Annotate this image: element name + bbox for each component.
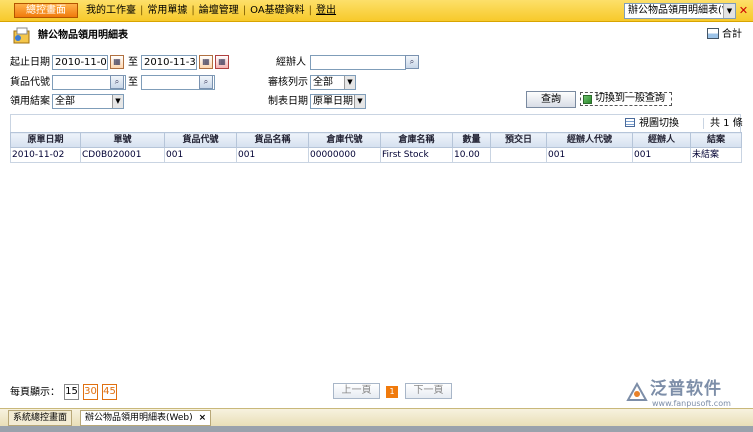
to-label: 至	[128, 77, 138, 88]
table-cell	[490, 147, 547, 163]
bottom-tab-bar: 系統總控畫面 辦公物品領用明細表(Web) ×	[0, 408, 753, 426]
chevron-down-icon: ▼	[354, 95, 365, 108]
open-tab-select-value: 辦公物品領用明細表(W	[628, 5, 732, 16]
usage-result-label: 領用結案	[10, 96, 50, 107]
open-tab-select[interactable]: 辦公物品領用明細表(W ▼	[624, 3, 736, 19]
column-header[interactable]: 倉庫代號	[308, 132, 381, 148]
usage-result-select[interactable]: 全部 ▼	[52, 94, 124, 109]
review-label: 審核列示	[268, 77, 308, 88]
table-cell: CD0B020001	[80, 147, 165, 163]
per-page-option[interactable]: 30	[83, 384, 98, 400]
column-header[interactable]: 貨品代號	[164, 132, 237, 148]
column-header[interactable]: 貨品名稱	[236, 132, 309, 148]
table-date-value: 原單日期	[313, 96, 353, 107]
sum-button[interactable]: 合計	[707, 28, 742, 41]
nav-link-workbench[interactable]: 我的工作臺	[86, 5, 136, 16]
review-value: 全部	[313, 77, 333, 88]
chevron-down-icon: ▼	[344, 76, 355, 89]
view-switch-button[interactable]: 視圖切換	[625, 118, 679, 129]
next-page-button[interactable]: 下一頁	[405, 383, 452, 399]
table-row[interactable]: 2010-11-02 CD0B020001 001 001 00000000 F…	[10, 147, 742, 163]
sum-label: 合計	[722, 29, 742, 40]
nav-link-forum[interactable]: 論壇管理	[199, 5, 239, 16]
lookup-icon[interactable]: ⌕	[110, 75, 124, 89]
table-cell: 001	[632, 147, 691, 163]
column-header[interactable]: 預交日	[490, 132, 547, 148]
lookup-icon[interactable]: ⌕	[405, 55, 419, 69]
query-button[interactable]: 查詢	[526, 91, 576, 108]
brand-logo-icon	[626, 382, 648, 401]
date-range-label: 起止日期	[10, 57, 50, 68]
date-to-input[interactable]: 2010-11-30	[141, 55, 197, 70]
table-cell: 未結案	[690, 147, 742, 163]
column-header[interactable]: 數量	[452, 132, 491, 148]
switch-icon	[583, 95, 592, 104]
column-header[interactable]: 原單日期	[10, 132, 81, 148]
grid-view-icon	[625, 118, 635, 127]
record-count: 共 1 條	[703, 118, 743, 129]
table-cell: First Stock	[380, 147, 453, 163]
clear-date-icon[interactable]: ▦	[215, 55, 229, 69]
per-page-option[interactable]: 15	[64, 384, 79, 400]
grid-toolbar: 視圖切換 共 1 條	[10, 114, 743, 132]
tab-usage-report[interactable]: 辦公物品領用明細表(Web) ×	[80, 410, 212, 426]
switch-query-mode-label: 切換到一般查詢	[595, 93, 665, 104]
date-from-input[interactable]: 2010-11-01	[52, 55, 108, 70]
close-icon[interactable]: ✕	[737, 4, 750, 17]
table-cell: 10.00	[452, 147, 491, 163]
page-header: 辦公物品領用明細表 合計	[0, 22, 753, 48]
top-nav-bar: 總控畫面 我的工作臺 | 常用單據 | 論壇管理 | OA基礎資料 | 登出 辦公物品領用明細表…	[0, 0, 753, 22]
column-header[interactable]: 結案	[690, 132, 742, 148]
prev-page-button[interactable]: 上一頁	[333, 383, 380, 399]
table-cell: 001	[236, 147, 309, 163]
tab-usage-report-label: 辦公物品領用明細表(Web)	[85, 413, 193, 423]
app-window: 總控畫面 我的工作臺 | 常用單據 | 論壇管理 | OA基礎資料 | 登出 辦公物品領用明細表…	[0, 0, 753, 432]
column-header[interactable]: 經辦人代號	[546, 132, 633, 148]
calculator-icon	[707, 28, 719, 39]
nav-link-common-docs[interactable]: 常用單據	[147, 5, 187, 16]
nav-link-logout[interactable]: 登出	[316, 5, 336, 16]
chevron-down-icon: ▼	[112, 95, 123, 108]
pager-bar: 每頁顯示： 15 30 45 上一頁 1 下一頁 泛普软件 www.fanpus…	[0, 378, 753, 409]
nav-links: 我的工作臺 | 常用單據 | 論壇管理 | OA基礎資料 | 登出	[86, 5, 337, 16]
calendar-icon[interactable]: ▦	[110, 55, 124, 69]
brand-url: www.fanpusoft.com	[652, 399, 731, 408]
tab-system-console[interactable]: 系統總控畫面	[8, 410, 73, 426]
table-cell: 001	[164, 147, 237, 163]
status-strip	[0, 426, 753, 432]
page-title: 辦公物品領用明細表	[38, 30, 128, 41]
per-page-option[interactable]: 45	[102, 384, 117, 400]
table-header-row: 原單日期 單號 貨品代號 貨品名稱 倉庫代號 倉庫名稱 數量 預交日 經辦人代號…	[10, 132, 742, 148]
table-cell: 00000000	[308, 147, 381, 163]
brand-watermark: 泛普软件 www.fanpusoft.com	[626, 378, 746, 408]
table-date-select[interactable]: 原單日期 ▼	[310, 94, 366, 109]
nav-link-oa-data[interactable]: OA基礎資料	[250, 5, 305, 16]
to-label: 至	[128, 57, 138, 68]
usage-result-value: 全部	[55, 96, 75, 107]
view-switch-label: 視圖切換	[639, 118, 679, 129]
results-table: 原單日期 單號 貨品代號 貨品名稱 倉庫代號 倉庫名稱 數量 預交日 經辦人代號…	[10, 132, 742, 163]
column-header[interactable]: 倉庫名稱	[380, 132, 453, 148]
report-icon	[13, 27, 30, 44]
chevron-down-icon: ▼	[723, 4, 735, 18]
home-button[interactable]: 總控畫面	[14, 3, 78, 18]
close-icon[interactable]: ×	[199, 413, 207, 423]
calendar-icon[interactable]: ▦	[199, 55, 213, 69]
table-cell: 001	[546, 147, 633, 163]
review-select[interactable]: 全部 ▼	[310, 75, 356, 90]
switch-query-mode-link[interactable]: 切換到一般查詢	[580, 92, 672, 106]
brand-name: 泛普软件	[650, 379, 722, 399]
per-page-label: 每頁顯示：	[10, 387, 60, 398]
table-cell: 2010-11-02	[10, 147, 81, 163]
item-code-label: 貨品代號	[10, 77, 50, 88]
table-date-label: 制表日期	[268, 96, 308, 107]
lookup-icon[interactable]: ⌕	[199, 75, 213, 89]
handler-label: 經辦人	[276, 57, 306, 68]
column-header[interactable]: 經辦人	[632, 132, 691, 148]
column-header[interactable]: 單號	[80, 132, 165, 148]
current-page[interactable]: 1	[386, 386, 398, 398]
handler-input[interactable]	[310, 55, 406, 70]
